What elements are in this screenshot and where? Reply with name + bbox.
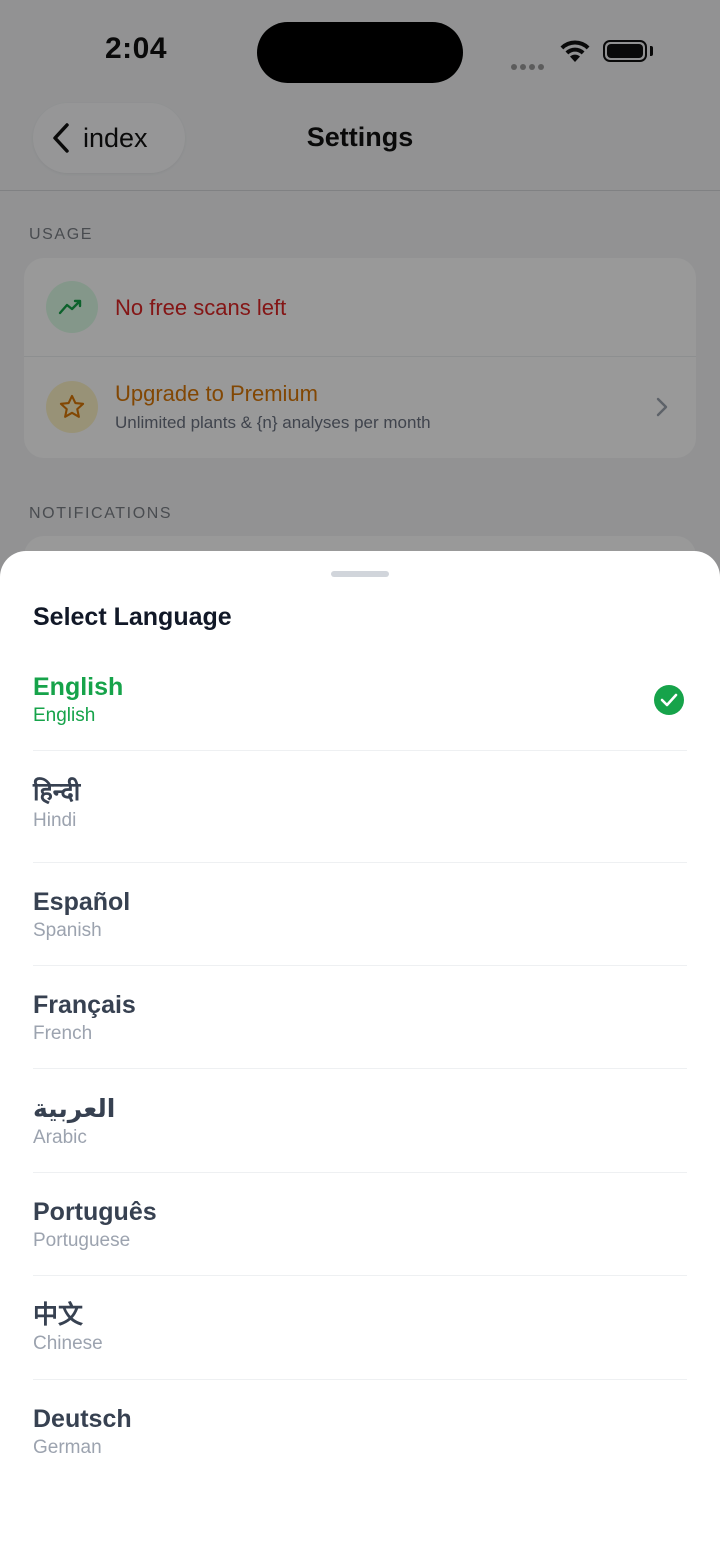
language-english-name: Spanish xyxy=(33,920,102,941)
divider xyxy=(33,965,687,966)
language-option-arabic[interactable]: العربية Arabic xyxy=(33,1094,687,1150)
settings-screen: 2:04 index Settings USAGE No free scans … xyxy=(0,0,720,1564)
divider xyxy=(33,750,687,751)
language-native-name: English xyxy=(33,673,124,701)
language-option-english[interactable]: English English xyxy=(33,672,687,728)
language-native-name: Deutsch xyxy=(33,1405,132,1433)
language-sheet: Select Language English English हिन्दी H… xyxy=(0,551,720,1564)
language-english-name: Hindi xyxy=(33,810,77,831)
language-option-hindi[interactable]: हिन्दी Hindi xyxy=(33,777,687,833)
language-english-name: English xyxy=(33,705,96,726)
language-option-chinese[interactable]: 中文 Chinese xyxy=(33,1300,687,1356)
sheet-title: Select Language xyxy=(33,603,232,631)
divider xyxy=(33,862,687,863)
language-english-name: Portuguese xyxy=(33,1230,131,1251)
language-english-name: German xyxy=(33,1437,102,1458)
divider xyxy=(33,1172,687,1173)
language-english-name: Chinese xyxy=(33,1333,103,1354)
language-native-name: Español xyxy=(33,888,131,916)
language-option-spanish[interactable]: Español Spanish xyxy=(33,887,687,943)
language-native-name: Português xyxy=(33,1198,157,1226)
language-native-name: 中文 xyxy=(33,1301,84,1329)
language-native-name: हिन्दी xyxy=(33,778,81,806)
language-english-name: French xyxy=(33,1023,93,1044)
language-native-name: العربية xyxy=(33,1095,116,1123)
language-option-french[interactable]: Français French xyxy=(33,990,687,1046)
language-native-name: Français xyxy=(33,991,136,1019)
divider xyxy=(33,1275,687,1276)
language-option-portuguese[interactable]: Português Portuguese xyxy=(33,1197,687,1253)
divider xyxy=(33,1379,687,1380)
language-option-german[interactable]: Deutsch German xyxy=(33,1404,687,1460)
sheet-grabber[interactable] xyxy=(331,571,389,577)
check-circle-icon xyxy=(654,685,684,715)
language-english-name: Arabic xyxy=(33,1127,87,1148)
divider xyxy=(33,1068,687,1069)
